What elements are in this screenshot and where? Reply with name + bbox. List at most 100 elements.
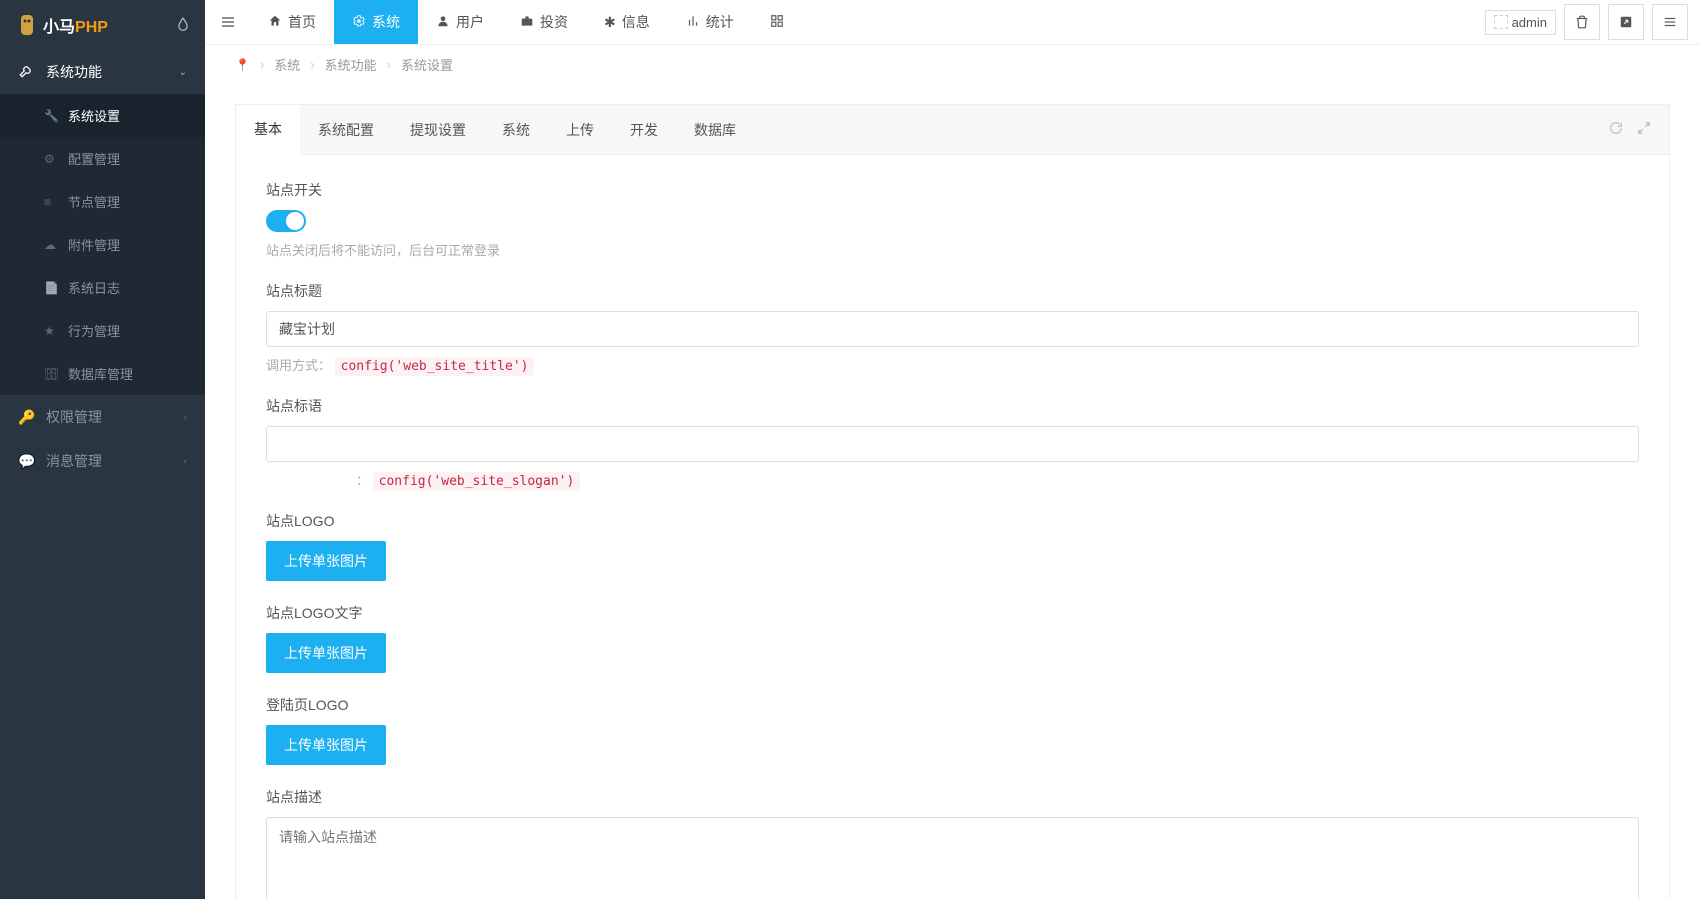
- top-nav-label: 投资: [540, 12, 568, 32]
- comment-icon: 💬: [18, 453, 34, 470]
- form-body: 站点开关 站点关闭后将不能访问，后台可正常登录 站点标题 调用方式： confi…: [236, 155, 1669, 899]
- grid-icon: [770, 14, 784, 31]
- site-slogan-input[interactable]: [266, 426, 1639, 462]
- logo: 小马PHP: [0, 0, 205, 50]
- field-site-slogan: 站点标语 ： config('web_site_slogan'): [266, 396, 1639, 489]
- main: 首页 系统 用户 投资 ✱ 信息: [205, 0, 1700, 899]
- field-site-logo: 站点LOGO 上传单张图片: [266, 511, 1639, 581]
- top-nav-stats[interactable]: 统计: [668, 0, 752, 44]
- top-nav-label: 信息: [622, 12, 650, 32]
- hint-prefix: 调用方式：: [266, 358, 331, 373]
- tabs: 基本 系统配置 提现设置 系统 上传 开发 数据库: [236, 105, 1669, 155]
- field-label: 登陆页LOGO: [266, 695, 1639, 715]
- menu-toggle[interactable]: [205, 0, 250, 44]
- external-link-button[interactable]: [1608, 4, 1644, 40]
- expand-icon[interactable]: [1637, 121, 1651, 138]
- site-title-input[interactable]: [266, 311, 1639, 347]
- field-hint: 站点关闭后将不能访问，后台可正常登录: [266, 240, 1639, 259]
- breadcrumb-item[interactable]: 系统功能: [325, 55, 377, 74]
- list-button[interactable]: [1652, 4, 1688, 40]
- bars-icon: ≡: [44, 195, 58, 209]
- home-icon: [268, 14, 282, 31]
- database-icon: 🗄: [44, 367, 58, 381]
- breadcrumb-sep: ›: [260, 57, 264, 72]
- wrench-icon: 🔧: [44, 109, 58, 123]
- upload-login-logo-button[interactable]: 上传单张图片: [266, 725, 386, 765]
- top-nav-grid[interactable]: [752, 0, 802, 44]
- pin-icon: 📍: [235, 58, 250, 72]
- sidebar-item-attachment-mgmt[interactable]: ☁ 附件管理: [0, 223, 205, 266]
- tab-withdraw[interactable]: 提现设置: [392, 106, 484, 154]
- sidebar-section-label: 系统功能: [46, 62, 102, 82]
- file-icon: 📄: [44, 281, 58, 295]
- field-label: 站点LOGO文字: [266, 603, 1639, 623]
- sidebar-section-label: 权限管理: [46, 407, 102, 427]
- top-nav-invest[interactable]: 投资: [502, 0, 586, 44]
- upload-site-logo-button[interactable]: 上传单张图片: [266, 541, 386, 581]
- hint-code: config('web_site_slogan'): [373, 472, 581, 491]
- tab-dev[interactable]: 开发: [612, 106, 676, 154]
- field-label: 站点标题: [266, 281, 1639, 301]
- admin-label: admin: [1512, 15, 1547, 30]
- top-nav-home[interactable]: 首页: [250, 0, 334, 44]
- sidebar-section-label: 消息管理: [46, 451, 102, 471]
- topbar: 首页 系统 用户 投资 ✱ 信息: [205, 0, 1700, 45]
- sidebar-item-label: 行为管理: [68, 321, 120, 340]
- sidebar-sub-system-func: 🔧 系统设置 ⚙ 配置管理 ≡ 节点管理 ☁ 附件管理 📄 系统日志: [0, 94, 205, 395]
- gear-icon: [352, 14, 366, 31]
- briefcase-icon: [520, 14, 534, 31]
- wrench-icon: [18, 63, 34, 81]
- tab-system-config[interactable]: 系统配置: [300, 106, 392, 154]
- tab-database[interactable]: 数据库: [676, 106, 754, 154]
- top-nav-label: 用户: [456, 12, 484, 32]
- sidebar-section-permission[interactable]: 🔑 权限管理 ‹: [0, 395, 205, 439]
- upload-site-logo-text-button[interactable]: 上传单张图片: [266, 633, 386, 673]
- sidebar-item-node-mgmt[interactable]: ≡ 节点管理: [0, 180, 205, 223]
- sidebar-item-label: 配置管理: [68, 149, 120, 168]
- site-switch-toggle[interactable]: [266, 210, 306, 232]
- key-icon: 🔑: [18, 409, 34, 426]
- top-nav-label: 统计: [706, 12, 734, 32]
- chevron-left-icon: ‹: [184, 456, 187, 467]
- tab-system[interactable]: 系统: [484, 106, 548, 154]
- hint-code: config('web_site_title'): [335, 357, 535, 376]
- sidebar-item-database-mgmt[interactable]: 🗄 数据库管理: [0, 352, 205, 395]
- tab-upload[interactable]: 上传: [548, 106, 612, 154]
- top-nav: 首页 系统 用户 投资 ✱ 信息: [250, 0, 802, 44]
- sidebar-item-system-log[interactable]: 📄 系统日志: [0, 266, 205, 309]
- sidebar-section-system-func[interactable]: 系统功能 ⌄: [0, 50, 205, 94]
- top-nav-system[interactable]: 系统: [334, 0, 418, 44]
- breadcrumb-sep: ›: [310, 57, 314, 72]
- top-nav-info[interactable]: ✱ 信息: [586, 0, 668, 44]
- field-label: 站点标语: [266, 396, 1639, 416]
- droplet-icon[interactable]: [176, 17, 190, 34]
- trash-button[interactable]: [1564, 4, 1600, 40]
- sidebar: 小马PHP 系统功能 ⌄ 🔧 系统设置 ⚙ 配置管理: [0, 0, 205, 899]
- field-label: 站点描述: [266, 787, 1639, 807]
- sidebar-item-label: 系统日志: [68, 278, 120, 297]
- sidebar-item-config-mgmt[interactable]: ⚙ 配置管理: [0, 137, 205, 180]
- breadcrumb-item[interactable]: 系统: [274, 55, 300, 74]
- breadcrumb-current: 系统设置: [401, 55, 453, 74]
- refresh-icon[interactable]: [1609, 121, 1623, 138]
- admin-badge[interactable]: admin: [1485, 10, 1556, 35]
- sidebar-item-action-mgmt[interactable]: ★ 行为管理: [0, 309, 205, 352]
- top-nav-label: 系统: [372, 12, 400, 32]
- sidebar-section-message[interactable]: 💬 消息管理 ‹: [0, 439, 205, 483]
- sidebar-item-system-settings[interactable]: 🔧 系统设置: [0, 94, 205, 137]
- star-icon: ★: [44, 324, 58, 338]
- sidebar-item-label: 节点管理: [68, 192, 120, 211]
- field-login-logo: 登陆页LOGO 上传单张图片: [266, 695, 1639, 765]
- tab-basic[interactable]: 基本: [236, 105, 300, 155]
- brand-name-2: PHP: [75, 19, 108, 36]
- field-site-title: 站点标题 调用方式： config('web_site_title'): [266, 281, 1639, 374]
- field-hint: ： config('web_site_slogan'): [266, 470, 1639, 489]
- top-nav-user[interactable]: 用户: [418, 0, 502, 44]
- breadcrumb-sep: ›: [387, 57, 391, 72]
- site-desc-textarea[interactable]: [266, 817, 1639, 899]
- sidebar-item-label: 系统设置: [68, 106, 120, 125]
- hint-prefix: ：: [356, 473, 369, 488]
- breadcrumb: 📍 › 系统 › 系统功能 › 系统设置: [205, 45, 1700, 84]
- asterisk-icon: ✱: [604, 14, 616, 31]
- sliders-icon: ⚙: [44, 152, 58, 166]
